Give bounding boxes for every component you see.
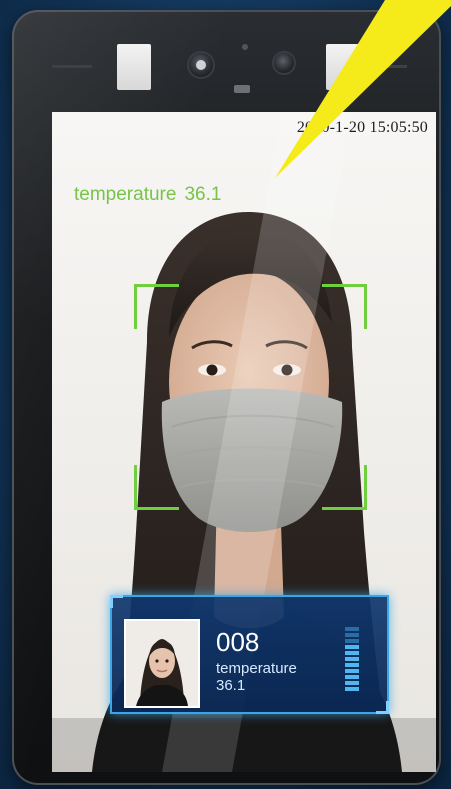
- person-id: 008: [216, 627, 260, 657]
- speaker-slot-left: [52, 65, 92, 68]
- speaker-slot-right: [367, 65, 407, 68]
- profile-photo: [124, 619, 200, 708]
- device-screen: 2020-1-20 15:05:50 temperature 36.1 008 …: [52, 112, 436, 772]
- card-temperature-label: temperature: [216, 660, 297, 677]
- indicator-dot: [242, 44, 248, 50]
- recognition-card: 008 temperature 36.1: [110, 595, 389, 714]
- thermal-terminal-device: 2020-1-20 15:05:50 temperature 36.1 008 …: [12, 10, 441, 785]
- ir-sensor-right-icon: [326, 44, 360, 90]
- camera-icon: [189, 53, 213, 77]
- card-corner: [376, 701, 389, 714]
- face-frame-top-left: [134, 284, 179, 329]
- face-frame-top-right: [322, 284, 367, 329]
- signal-level-bars: [345, 627, 359, 697]
- camera-secondary-icon: [274, 53, 294, 73]
- card-corner: [110, 595, 123, 608]
- sensor-strip: [42, 38, 412, 108]
- temperature-readout: temperature 36.1: [74, 184, 221, 206]
- product-photo: 2020-1-20 15:05:50 temperature 36.1 008 …: [0, 0, 451, 789]
- face-frame-bottom-right: [322, 465, 367, 510]
- temperature-label: temperature: [74, 184, 177, 205]
- timestamp: 2020-1-20 15:05:50: [296, 119, 428, 136]
- face-frame-bottom-left: [134, 465, 179, 510]
- light-sensor: [234, 85, 250, 93]
- ir-sensor-left-icon: [117, 44, 151, 90]
- card-temperature-value: 36.1: [216, 677, 246, 694]
- temperature-value: 36.1: [184, 184, 222, 205]
